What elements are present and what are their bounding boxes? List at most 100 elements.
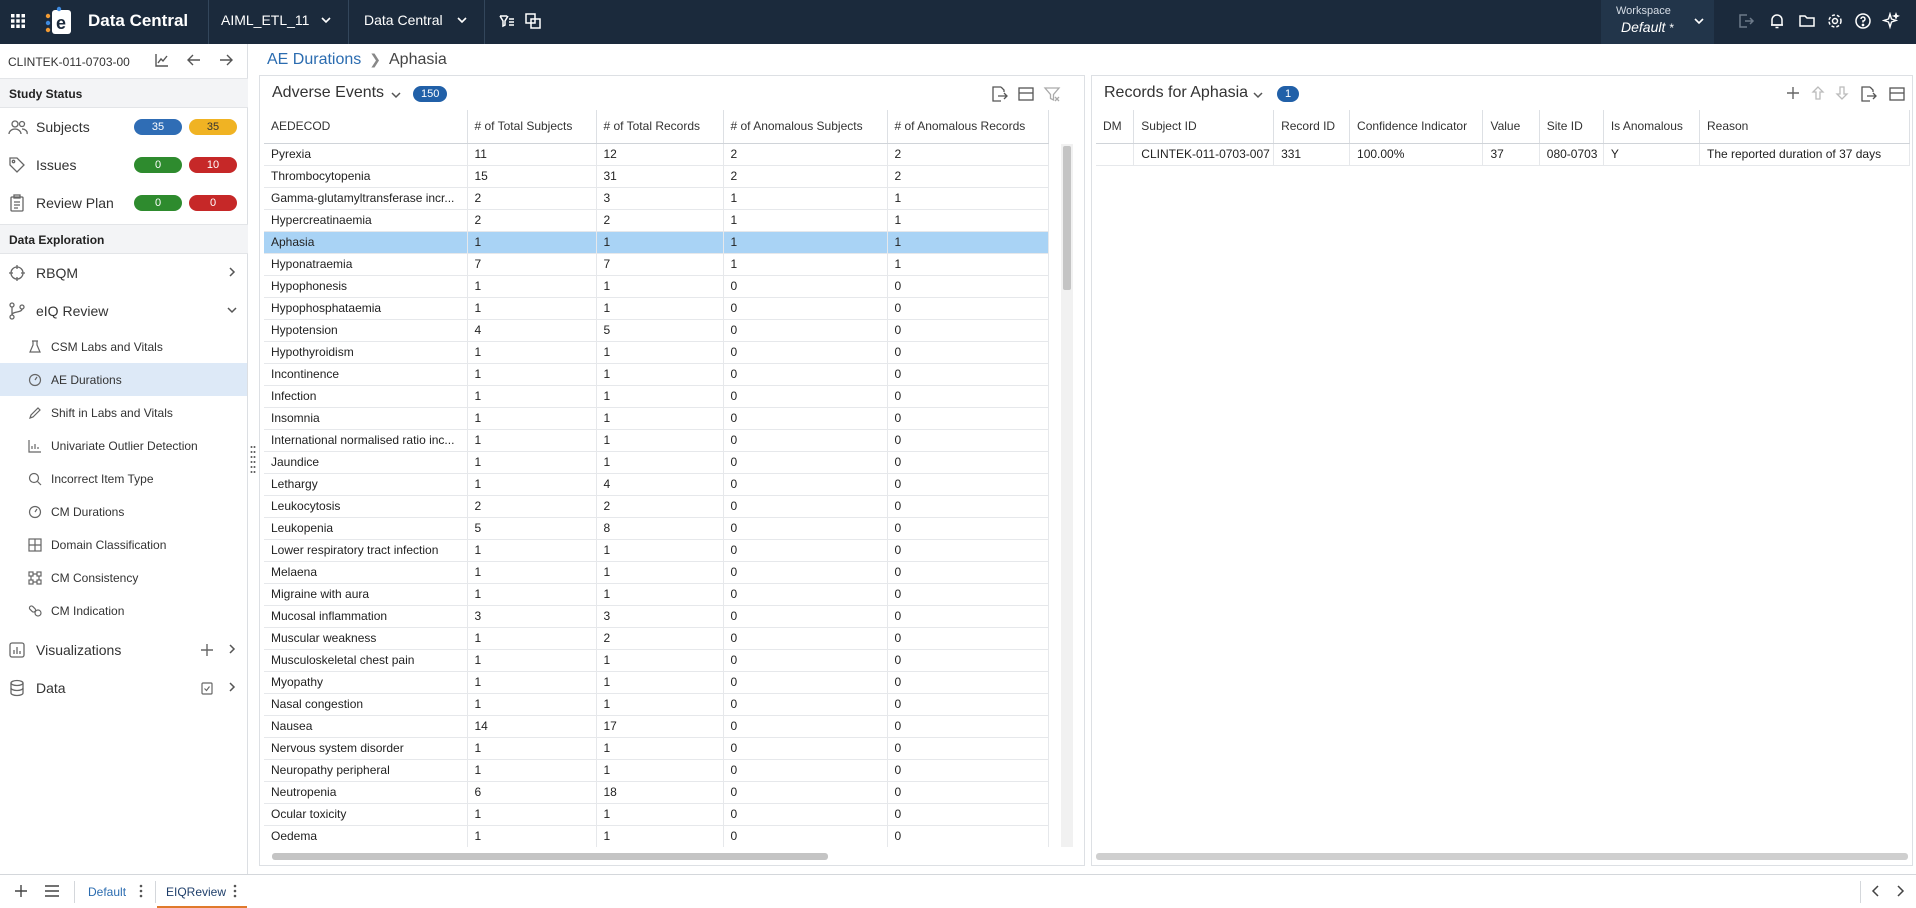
table-row[interactable]: Oedema 1 1 0 0 <box>264 825 1049 847</box>
sidebar-subitem-cm-indication[interactable]: CM Indication <box>0 594 247 627</box>
move-up-icon[interactable] <box>1810 85 1826 101</box>
chevron-down-icon[interactable] <box>456 14 468 26</box>
export-icon[interactable] <box>990 85 1008 103</box>
sidebar-subitem-univariate-outlier-detection[interactable]: Univariate Outlier Detection <box>0 429 247 462</box>
sidebar-subitem-cm-durations[interactable]: CM Durations <box>0 495 247 528</box>
vertical-scrollbar[interactable] <box>1061 144 1073 847</box>
table-row[interactable]: Incontinence 1 1 0 0 <box>264 363 1049 386</box>
folder-icon[interactable] <box>1798 12 1816 30</box>
column-header-of-anomalous-subjects[interactable]: # of Anomalous Subjects <box>723 110 888 144</box>
table-row[interactable]: Leukocytosis 2 2 0 0 <box>264 495 1049 518</box>
sidebar-subitem-csm-labs-and-vitals[interactable]: CSM Labs and Vitals <box>0 330 247 363</box>
export-icon[interactable] <box>1859 85 1877 103</box>
sidebar-item-subjects[interactable]: Subjects 35 35 <box>0 108 248 146</box>
column-header-reason[interactable]: Reason <box>1699 110 1910 144</box>
add-icon[interactable] <box>1785 85 1801 101</box>
workspace-selector[interactable]: Workspace Default * <box>1601 0 1714 44</box>
tab-default[interactable]: Default <box>88 875 126 908</box>
table-row[interactable]: Muscular weakness 1 2 0 0 <box>264 627 1049 650</box>
filter-icon[interactable] <box>1043 85 1061 103</box>
table-row[interactable]: Nervous system disorder 1 1 0 0 <box>264 737 1049 760</box>
copy-windows-icon[interactable] <box>524 12 542 30</box>
sidebar-subitem-ae-durations[interactable]: AE Durations <box>0 363 247 396</box>
table-row[interactable]: Nasal congestion 1 1 0 0 <box>264 693 1049 716</box>
sidebar-item-data[interactable]: Data <box>0 669 248 707</box>
column-header-record-id[interactable]: Record ID <box>1273 110 1351 144</box>
table-row[interactable]: Melaena 1 1 0 0 <box>264 561 1049 584</box>
vertical-scroll-thumb[interactable] <box>1063 146 1071 290</box>
horizontal-scroll-thumb[interactable] <box>272 853 828 860</box>
table-row[interactable]: Aphasia 1 1 1 1 <box>264 231 1049 254</box>
table-row[interactable]: Ocular toxicity 1 1 0 0 <box>264 803 1049 826</box>
horizontal-scroll-thumb[interactable] <box>1096 853 1908 860</box>
sidebar-subitem-domain-classification[interactable]: Domain Classification <box>0 528 247 561</box>
chevron-down-icon[interactable] <box>1693 15 1705 27</box>
tab-list-menu-icon[interactable] <box>44 884 60 898</box>
column-header-confidence-indicator[interactable]: Confidence Indicator <box>1349 110 1484 144</box>
trend-chart-icon[interactable] <box>154 52 170 68</box>
forward-arrow-icon[interactable] <box>218 52 234 68</box>
move-down-icon[interactable] <box>1834 85 1850 101</box>
sidebar-subitem-shift-in-labs-and-vitals[interactable]: Shift in Labs and Vitals <box>0 396 247 429</box>
sidebar-subitem-cm-consistency[interactable]: CM Consistency <box>0 561 247 594</box>
chevron-down-icon[interactable] <box>320 14 332 26</box>
logout-icon[interactable] <box>1737 12 1755 30</box>
panel-title[interactable]: Adverse Events <box>272 84 384 102</box>
table-row[interactable]: Gamma-glutamyltransferase incr... 2 3 1 1 <box>264 187 1049 210</box>
sidebar-item-visualizations[interactable]: Visualizations <box>0 631 248 669</box>
table-row[interactable]: Lower respiratory tract infection 1 1 0 0 <box>264 539 1049 562</box>
gear-icon[interactable] <box>1826 12 1844 30</box>
tab-options-icon[interactable] <box>139 884 143 898</box>
clipboard-check-icon[interactable] <box>200 681 214 695</box>
project-selector[interactable]: AIML_ETL_11 <box>221 12 309 28</box>
table-row[interactable]: CLINTEK-011-0703-007 331 100.00% 37 080-0703… <box>1096 143 1910 166</box>
table-row[interactable]: Neuropathy peripheral 1 1 0 0 <box>264 759 1049 782</box>
chevron-right-icon[interactable] <box>226 643 238 655</box>
panel-title[interactable]: Records for Aphasia <box>1104 84 1248 102</box>
table-row[interactable]: Hyponatraemia 7 7 1 1 <box>264 253 1049 276</box>
column-header-value[interactable]: Value <box>1482 110 1540 144</box>
breadcrumb-parent-link[interactable]: AE Durations <box>267 51 361 68</box>
add-icon[interactable] <box>200 643 214 657</box>
module-selector[interactable]: Data Central <box>364 12 443 28</box>
back-arrow-icon[interactable] <box>186 52 202 68</box>
column-header-dm[interactable]: DM <box>1096 110 1135 144</box>
table-row[interactable]: Pyrexia 11 12 2 2 <box>264 143 1049 166</box>
sparkle-ai-icon[interactable] <box>1882 12 1900 30</box>
sidebar-item-issues[interactable]: Issues 0 10 <box>0 146 248 184</box>
scroll-tabs-left-icon[interactable] <box>1870 884 1882 898</box>
table-row[interactable]: Hypothyroidism 1 1 0 0 <box>264 341 1049 364</box>
add-tab-icon[interactable] <box>14 884 28 898</box>
layout-toggle-icon[interactable] <box>1888 85 1906 103</box>
column-header-of-total-subjects[interactable]: # of Total Subjects <box>467 110 597 144</box>
table-row[interactable]: Mucosal inflammation 3 3 0 0 <box>264 605 1049 628</box>
table-row[interactable]: Nausea 14 17 0 0 <box>264 715 1049 738</box>
table-row[interactable]: Lethargy 1 4 0 0 <box>264 473 1049 496</box>
table-row[interactable]: International normalised ratio inc... 1 1 0… <box>264 429 1049 452</box>
chevron-right-icon[interactable] <box>226 266 238 278</box>
column-header-site-id[interactable]: Site ID <box>1539 110 1604 144</box>
column-header-is-anomalous[interactable]: Is Anomalous <box>1603 110 1700 144</box>
table-row[interactable]: Migraine with aura 1 1 0 0 <box>264 583 1049 606</box>
table-row[interactable]: Musculoskeletal chest pain 1 1 0 0 <box>264 649 1049 672</box>
column-header-of-total-records[interactable]: # of Total Records <box>596 110 724 144</box>
scroll-tabs-right-icon[interactable] <box>1894 884 1906 898</box>
chevron-down-icon[interactable] <box>390 89 402 101</box>
column-header-of-anomalous-records[interactable]: # of Anomalous Records <box>887 110 1049 144</box>
layout-toggle-icon[interactable] <box>1017 85 1035 103</box>
chevron-right-icon[interactable] <box>226 681 238 693</box>
table-row[interactable]: Insomnia 1 1 0 0 <box>264 407 1049 430</box>
column-header-aedecod[interactable]: AEDECOD <box>264 110 468 144</box>
table-row[interactable]: Neutropenia 6 18 0 0 <box>264 781 1049 804</box>
table-row[interactable]: Myopathy 1 1 0 0 <box>264 671 1049 694</box>
app-grid-icon[interactable] <box>10 13 26 29</box>
table-row[interactable]: Hypercreatinaemia 2 2 1 1 <box>264 209 1049 232</box>
sidebar-item-eiq-review[interactable]: eIQ Review <box>0 292 248 330</box>
chevron-down-icon[interactable] <box>1252 89 1264 101</box>
table-row[interactable]: Leukopenia 5 8 0 0 <box>264 517 1049 540</box>
column-header-subject-id[interactable]: Subject ID <box>1133 110 1275 144</box>
table-row[interactable]: Hypotension 4 5 0 0 <box>264 319 1049 342</box>
sidebar-subitem-incorrect-item-type[interactable]: Incorrect Item Type <box>0 462 247 495</box>
chevron-down-icon[interactable] <box>226 304 238 316</box>
bell-icon[interactable] <box>1768 12 1786 30</box>
